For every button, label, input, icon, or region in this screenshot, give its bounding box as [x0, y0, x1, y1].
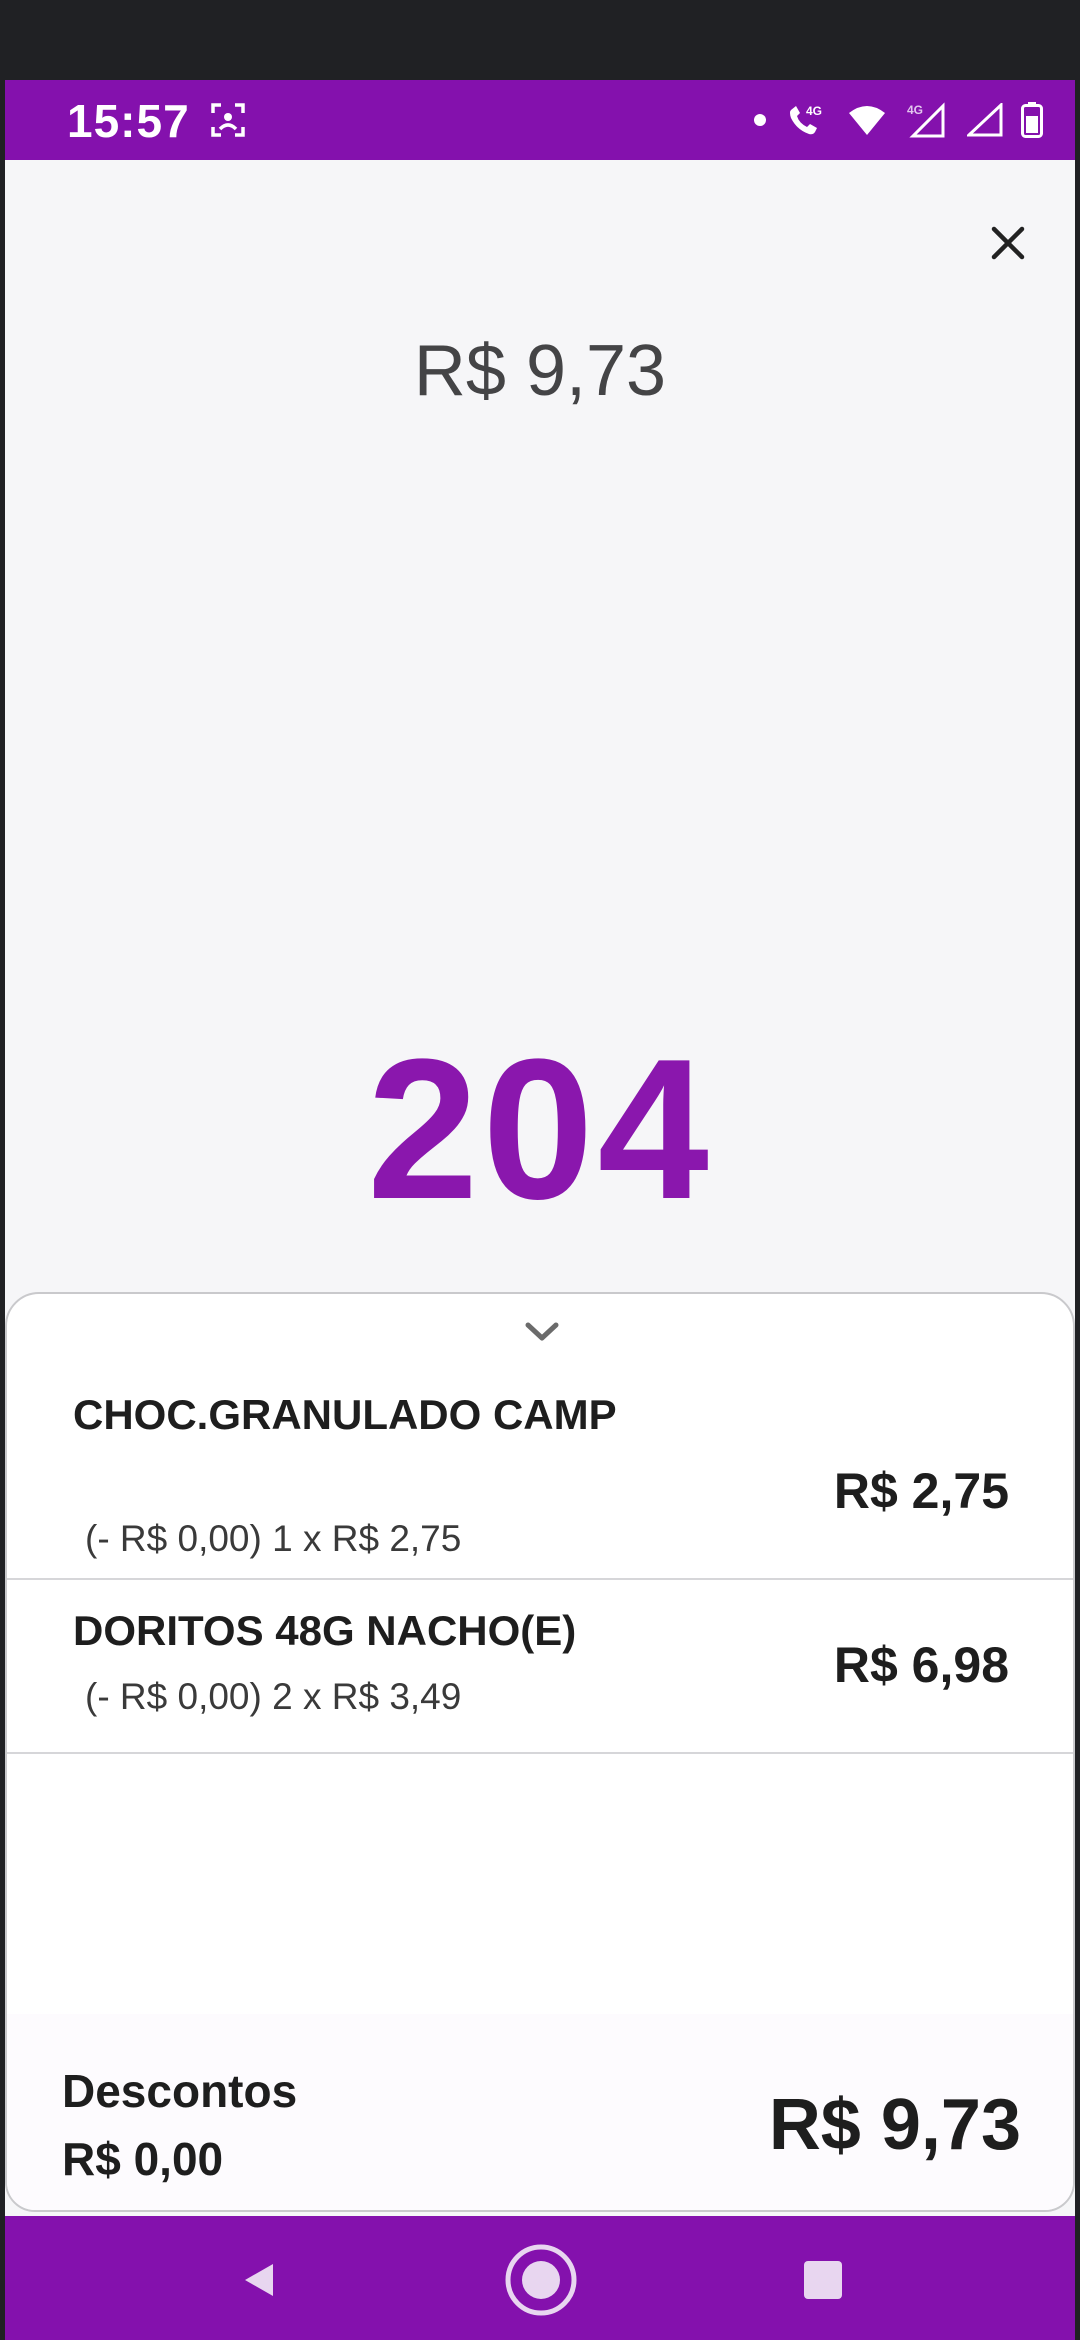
discounts-value: R$ 0,00: [62, 2133, 224, 2185]
recents-button[interactable]: [783, 2240, 863, 2320]
battery-icon: [1021, 102, 1043, 138]
network-label-1: 4G: [806, 104, 822, 118]
item-price: R$ 6,98: [833, 1637, 1009, 1693]
signal-icon: [967, 103, 1003, 137]
app-screen: 15:57 4G 4G R$ 9,73 204 CHOC.GRANULADO C…: [5, 80, 1075, 2340]
signal-4g-icon: 4G: [905, 102, 949, 138]
close-icon: [991, 226, 1025, 260]
back-icon: [245, 2264, 273, 2296]
navigation-bar: [5, 2216, 1075, 2340]
home-button[interactable]: [501, 2240, 581, 2320]
chevron-down-icon: [525, 1322, 559, 1341]
wifi-icon: [847, 103, 887, 137]
item-price: R$ 2,75: [833, 1463, 1009, 1519]
recents-icon: [804, 2261, 842, 2299]
home-icon: [505, 2244, 577, 2316]
network-label-2: 4G: [907, 103, 923, 117]
wifi-call-4g-icon: 4G: [785, 100, 829, 140]
close-button[interactable]: [980, 215, 1036, 271]
list-item[interactable]: CHOC.GRANULADO CAMP (- R$ 0,00) 1 x R$ 2…: [7, 1366, 1073, 1580]
item-name: CHOC.GRANULADO CAMP: [73, 1391, 617, 1438]
summary-footer: Descontos R$ 0,00 R$ 9,73: [7, 2014, 1073, 2210]
face-scan-icon: [210, 102, 246, 138]
header-amount: R$ 9,73: [413, 331, 667, 411]
status-icons: 4G 4G: [753, 98, 1043, 142]
item-detail: (- R$ 0,00) 1 x R$ 2,75: [85, 1518, 462, 1559]
list-item[interactable]: DORITOS 48G NACHO(E) (- R$ 0,00) 2 x R$ …: [7, 1580, 1073, 1754]
status-bar: 15:57 4G 4G: [5, 80, 1075, 160]
collapse-sheet-button[interactable]: [512, 1312, 572, 1352]
order-summary-sheet: CHOC.GRANULADO CAMP (- R$ 0,00) 1 x R$ 2…: [5, 1292, 1075, 2212]
discounts-label: Descontos: [62, 2065, 298, 2117]
total-amount: R$ 9,73: [768, 2085, 1021, 2165]
top-frame: [0, 0, 1080, 80]
dot-icon: [753, 113, 767, 127]
back-button[interactable]: [219, 2240, 299, 2320]
order-number: 204: [367, 1018, 713, 1241]
status-time: 15:57: [67, 95, 190, 147]
item-detail: (- R$ 0,00) 2 x R$ 3,49: [85, 1676, 462, 1717]
item-name: DORITOS 48G NACHO(E): [73, 1607, 577, 1654]
